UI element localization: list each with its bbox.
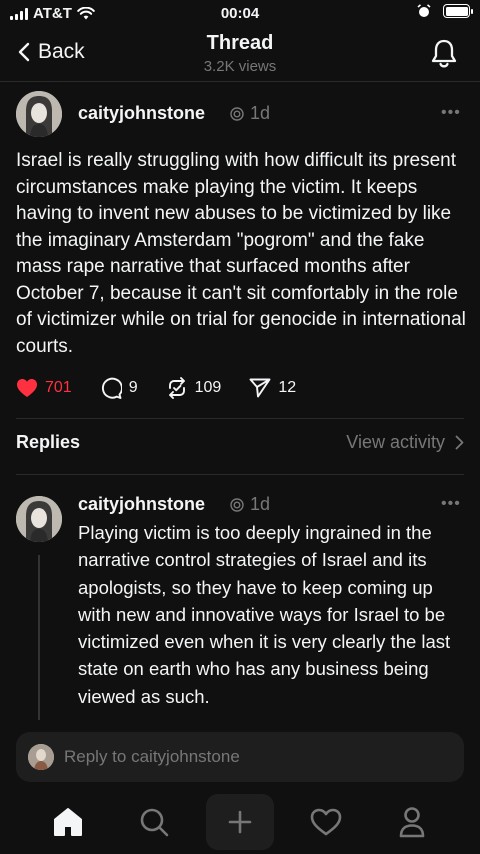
post-age: 1d — [250, 103, 271, 123]
status-bar: AT&T 00:04 — [0, 0, 480, 28]
post-actions: 701 9 109 12 — [16, 377, 324, 399]
composer-avatar — [28, 744, 54, 770]
avatar-image — [16, 91, 62, 137]
alarm-icon — [417, 4, 431, 17]
repost-icon — [168, 377, 185, 399]
tab-profile[interactable] — [378, 794, 446, 850]
verified-icon — [230, 497, 244, 512]
reply-divider — [16, 474, 464, 475]
reply-input[interactable] — [64, 747, 424, 767]
reply-meta: 1d — [230, 494, 270, 515]
tab-bar — [0, 790, 480, 854]
view-activity-link[interactable]: View activity — [346, 432, 464, 453]
replies-divider — [16, 418, 464, 419]
heart-icon — [17, 379, 37, 397]
reply-username[interactable]: caityjohnstone — [78, 494, 205, 515]
chevron-right-icon — [455, 435, 464, 450]
post-username[interactable]: caityjohnstone — [78, 103, 205, 124]
reply-more-button[interactable]: ••• — [441, 495, 461, 513]
reply-body: Playing victim is too deeply ingrained i… — [78, 522, 451, 707]
post-avatar[interactable] — [16, 91, 62, 137]
comment-button[interactable]: 9 — [100, 377, 138, 399]
avatar-image — [16, 496, 62, 542]
replies-header: Replies View activity — [16, 432, 464, 453]
tab-new-post[interactable] — [206, 794, 274, 850]
notifications-button[interactable] — [430, 38, 458, 73]
like-button[interactable]: 701 — [16, 378, 72, 398]
like-count: 701 — [45, 379, 72, 396]
search-icon — [140, 808, 169, 837]
share-count: 12 — [278, 379, 297, 396]
status-right — [417, 4, 473, 18]
verified-icon — [230, 106, 244, 121]
repost-button[interactable]: 109 — [166, 377, 222, 399]
battery-icon — [443, 4, 473, 18]
page-title: Thread — [206, 32, 274, 54]
reply-composer[interactable] — [16, 732, 464, 782]
post-meta: 1d — [230, 103, 270, 124]
bell-icon — [431, 39, 457, 68]
header-divider — [0, 81, 480, 82]
activity-heart-icon — [310, 808, 342, 836]
comment-count: 9 — [128, 379, 138, 396]
home-icon — [54, 808, 82, 836]
plus-icon — [228, 810, 252, 834]
post-more-button[interactable]: ••• — [441, 104, 461, 122]
view-activity-label: View activity — [346, 432, 445, 452]
comment-icon — [101, 377, 122, 399]
share-icon — [249, 378, 271, 398]
tab-home[interactable] — [34, 794, 102, 850]
reply-age: 1d — [250, 494, 271, 514]
profile-icon — [399, 807, 425, 838]
repost-count: 109 — [194, 379, 222, 396]
thread-header: Back Thread 3.2K views — [0, 28, 480, 82]
tab-activity[interactable] — [292, 794, 360, 850]
view-count: 3.2K views — [203, 58, 277, 75]
status-time: 00:04 — [220, 5, 260, 22]
thread-line — [38, 555, 40, 720]
replies-label: Replies — [16, 432, 81, 452]
post-body: Israel is really struggling with how dif… — [16, 150, 466, 357]
tab-search[interactable] — [120, 794, 188, 850]
reply-avatar[interactable] — [16, 496, 62, 542]
share-button[interactable]: 12 — [249, 378, 296, 398]
